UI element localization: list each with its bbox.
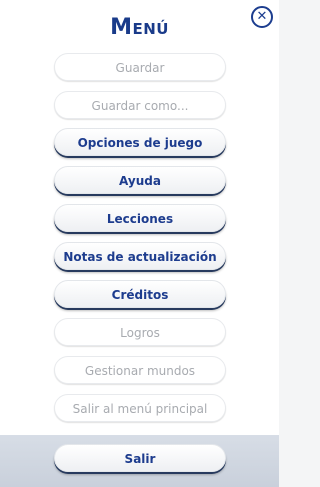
credits-button[interactable]: Créditos	[54, 280, 226, 308]
main-menu-panel: ✕ Menú Guardar Guardar como... Opciones …	[0, 0, 279, 487]
game-options-button[interactable]: Opciones de juego	[54, 128, 226, 156]
exit-to-main-menu-button[interactable]: Salir al menú principal	[54, 394, 226, 422]
lessons-button[interactable]: Lecciones	[54, 204, 226, 232]
save-button[interactable]: Guardar	[54, 53, 226, 81]
menu-title: Menú	[110, 15, 169, 40]
patch-notes-button[interactable]: Notas de actualización	[54, 242, 226, 270]
exit-button[interactable]: Salir	[54, 444, 226, 472]
footer-bar: Salir	[0, 435, 279, 487]
manage-worlds-button[interactable]: Gestionar mundos	[54, 356, 226, 384]
save-as-button[interactable]: Guardar como...	[54, 91, 226, 119]
achievements-button[interactable]: Logros	[54, 318, 226, 346]
help-button[interactable]: Ayuda	[54, 166, 226, 194]
